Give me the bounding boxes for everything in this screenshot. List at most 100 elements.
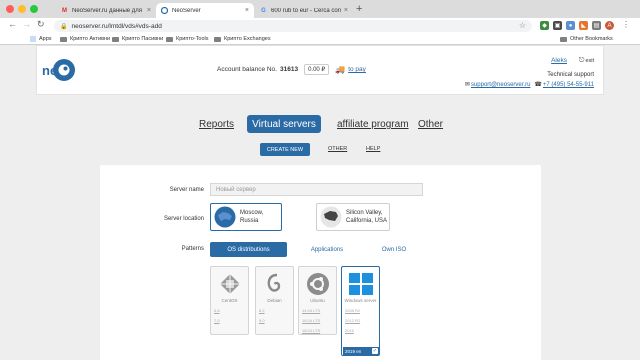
os-version-label: 2019 en (345, 348, 362, 354)
nav-reports[interactable]: Reports (199, 119, 234, 130)
extension-icon[interactable]: ▤ (592, 21, 601, 30)
new-tab-button[interactable]: + (356, 3, 362, 15)
os-name: Ubuntu (310, 298, 325, 303)
folder-icon (60, 36, 67, 42)
tech-support-label: Technical support (547, 72, 594, 78)
create-new-button[interactable]: CREATE NEW (260, 143, 310, 156)
os-version[interactable]: 8.2 (259, 308, 265, 313)
tab-gmail[interactable]: M NeoServer.ru данные для входа × (56, 3, 156, 18)
email-icon: ✉ (464, 82, 470, 88)
avatar[interactable]: A (605, 21, 614, 30)
back-icon[interactable]: ← (8, 19, 17, 29)
tab-strip: M NeoServer.ru данные для входа × NeoSer… (0, 0, 640, 18)
account-number: 31613 (279, 66, 299, 73)
create-server-form: Server name Новый сервер Server location… (100, 165, 541, 360)
exit-label: exit (585, 58, 594, 64)
close-window-button[interactable] (6, 5, 14, 13)
site-header: ne Account balance No. 31613 0.00 ₽ 🚚 to… (36, 45, 604, 95)
os-version[interactable]: 9.0 (259, 318, 265, 323)
tab-os-distributions[interactable]: OS distributions (210, 242, 287, 257)
account-label: Account balance No. (217, 66, 277, 73)
location-line1: Silicon Valley, (346, 210, 383, 216)
location-moscow[interactable]: Moscow, Russia (210, 203, 282, 231)
nav-virtual-servers[interactable]: Virtual servers (247, 115, 321, 133)
bookmark-folder[interactable]: Крипто Exchanges (214, 36, 271, 42)
close-tab-icon[interactable]: × (344, 7, 348, 14)
os-card-ubuntu[interactable]: Ubuntu 14.04 LTS 16.04 LTS 18.04 LTS (298, 266, 337, 335)
location-name: Moscow, Russia (240, 209, 263, 225)
to-pay-link[interactable]: to pay (348, 66, 366, 73)
os-card-windows[interactable]: Windows server 2008 R2 2012 R2 2016 2019… (341, 266, 380, 356)
user-link[interactable]: Aleks (551, 57, 567, 64)
bookmarks-bar: Apps Крипто Активни Крипто Пасивни Крипт… (0, 34, 640, 45)
os-name: Debian (267, 298, 282, 303)
nav-affiliate-program[interactable]: affiliate program (337, 119, 409, 130)
os-version-selected[interactable]: 2019 en ✓ (343, 347, 379, 355)
os-version[interactable]: 14.04 LTS (302, 308, 320, 313)
address-bar[interactable]: 🔒 neoserver.ru/lmtdl/vds#vds-add ☆ (54, 20, 532, 32)
close-tab-icon[interactable]: × (147, 7, 151, 14)
location-line2: California, USA (346, 218, 388, 224)
os-version[interactable]: 7.0 (214, 318, 220, 323)
exit-button[interactable]: ⎋ exit (579, 57, 594, 65)
maximize-window-button[interactable] (30, 5, 38, 13)
bookmark-label: Крипто Активни (70, 36, 111, 42)
tab-neoserver[interactable]: NeoServer × (156, 3, 254, 18)
tab-applications[interactable]: Applications (298, 242, 356, 257)
bookmark-label: Other Bookmarks (570, 36, 613, 42)
tab-label: OS distributions (227, 246, 270, 253)
bookmark-folder[interactable]: Крипто Активни (60, 36, 110, 42)
tab-label: NeoServer (172, 7, 201, 14)
menu-kebab-icon[interactable]: ⋮ (622, 20, 630, 29)
location-silicon-valley[interactable]: Silicon Valley, California, USA (316, 203, 390, 231)
os-version[interactable]: 16.04 LTS (302, 318, 320, 323)
os-version[interactable]: 2016 (345, 328, 354, 333)
tab-own-iso[interactable]: Own ISO (368, 242, 420, 257)
minimize-window-button[interactable] (18, 5, 26, 13)
os-version[interactable]: 2012 R2 (345, 318, 360, 323)
tab-google[interactable]: G 600 rub to eur - Cerca con Goo... × (255, 3, 353, 18)
extension-icon[interactable]: ◆ (540, 21, 549, 30)
os-version[interactable]: 18.04 LTS (302, 328, 320, 333)
bookmark-apps[interactable]: Apps (30, 36, 52, 42)
ubuntu-icon (307, 273, 329, 295)
tab-label: Own ISO (381, 246, 407, 253)
nav-other[interactable]: Other (418, 119, 443, 130)
location-name: Silicon Valley, California, USA (346, 209, 387, 225)
centos-icon (219, 273, 241, 295)
url-text: neoserver.ru/lmtdl/vds#vds-add (71, 22, 162, 30)
bookmark-label: Крипто-Tools (176, 36, 209, 42)
close-tab-icon[interactable]: × (245, 7, 249, 14)
window-controls (6, 5, 38, 13)
lock-icon: 🔒 (60, 23, 68, 30)
server-name-input[interactable]: Новый сервер (210, 183, 423, 196)
extension-icon[interactable]: ● (566, 21, 575, 30)
browser-toolbar: ← → ↻ 🔒 neoserver.ru/lmtdl/vds#vds-add ☆… (0, 18, 640, 34)
checkmark-icon: ✓ (372, 348, 378, 354)
server-name-placeholder: Новый сервер (216, 186, 256, 193)
bookmark-folder[interactable]: Крипто Пасивни (112, 36, 163, 42)
location-line2: Russia (240, 218, 259, 224)
subnav-other[interactable]: OTHER (328, 146, 347, 152)
os-version[interactable]: 6.8 (214, 308, 220, 313)
tab-label: Applications (310, 246, 344, 253)
page: ne Account balance No. 31613 0.00 ₽ 🚚 to… (0, 45, 640, 360)
server-location-label: Server location (163, 216, 204, 222)
subnav-help[interactable]: HELP (366, 146, 380, 152)
extension-icon[interactable]: ▣ (553, 21, 562, 30)
os-card-debian[interactable]: Debian 8.2 9.0 (255, 266, 294, 335)
support-phone-link[interactable]: +7 (495) 54-55-911 (543, 82, 594, 88)
bookmark-folder[interactable]: Крипто-Tools (166, 36, 209, 42)
debian-swirl-icon (267, 273, 281, 292)
forward-icon[interactable]: → (22, 19, 31, 29)
bookmark-star-icon[interactable]: ☆ (519, 21, 526, 30)
os-card-centos[interactable]: CentOS 6.8 7.0 (210, 266, 249, 335)
other-bookmarks[interactable]: Other Bookmarks (560, 36, 613, 42)
patterns-label: Patterns (181, 246, 204, 252)
support-email-link[interactable]: support@neoserver.ru (471, 82, 530, 88)
os-version[interactable]: 2008 R2 (345, 308, 360, 313)
reload-icon[interactable]: ↻ (37, 19, 45, 30)
balance-value: 0.00 ₽ (304, 64, 330, 75)
metamask-icon[interactable]: ◣ (579, 21, 588, 30)
neo-logo-icon[interactable]: ne (42, 57, 76, 83)
